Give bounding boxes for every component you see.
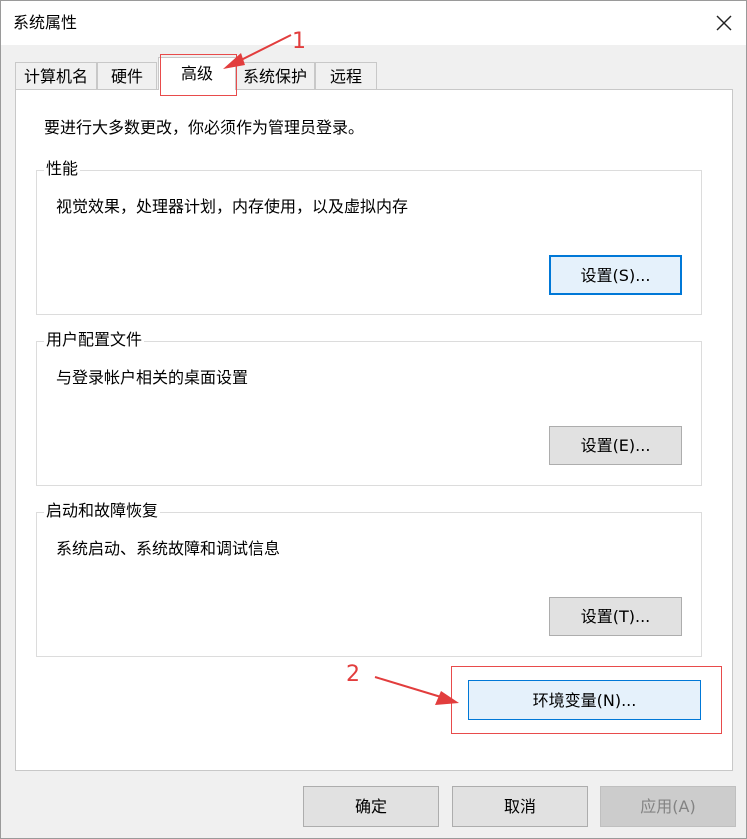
annotation-number-1: 1 [292, 29, 306, 54]
tab-hardware[interactable]: 硬件 [97, 62, 157, 89]
user-profiles-group: 用户配置文件 与登录帐户相关的桌面设置 设置(E)... [36, 329, 702, 486]
tab-label: 硬件 [110, 67, 143, 86]
annotation-number-2: 2 [346, 662, 360, 687]
ok-button[interactable]: 确定 [303, 786, 439, 827]
system-properties-window: 系统属性 计算机名 硬件 高级 系统保护 远程 要进行大多数更改，你必须作为管理… [0, 0, 747, 839]
tab-label: 高级 [180, 64, 213, 83]
window-title: 系统属性 [13, 13, 78, 32]
close-button[interactable] [708, 7, 740, 39]
startup-recovery-description: 系统启动、系统故障和调试信息 [56, 539, 281, 558]
tab-advanced[interactable]: 高级 [158, 57, 236, 90]
tab-system-protection[interactable]: 系统保护 [235, 62, 315, 89]
group-title-startup-recovery: 启动和故障恢复 [44, 500, 161, 522]
group-title-performance: 性能 [44, 158, 81, 180]
performance-settings-button[interactable]: 设置(S)... [549, 255, 682, 295]
tab-computer-name[interactable]: 计算机名 [15, 62, 97, 89]
performance-description: 视觉效果，处理器计划，内存使用，以及虚拟内存 [56, 197, 409, 216]
performance-group: 性能 视觉效果，处理器计划，内存使用，以及虚拟内存 设置(S)... [36, 158, 702, 315]
tab-remote[interactable]: 远程 [315, 62, 377, 89]
tab-label: 系统保护 [242, 67, 307, 86]
startup-recovery-group: 启动和故障恢复 系统启动、系统故障和调试信息 设置(T)... [36, 500, 702, 657]
admin-note: 要进行大多数更改，你必须作为管理员登录。 [44, 118, 365, 137]
group-title-user-profiles: 用户配置文件 [44, 329, 145, 351]
close-icon [716, 15, 732, 31]
startup-recovery-settings-button[interactable]: 设置(T)... [549, 597, 682, 636]
user-profiles-settings-button[interactable]: 设置(E)... [549, 426, 682, 465]
apply-button[interactable]: 应用(A) [600, 786, 736, 827]
cancel-button[interactable]: 取消 [452, 786, 588, 827]
title-bar[interactable]: 系统属性 [1, 1, 746, 45]
tab-label: 远程 [329, 67, 362, 86]
tab-label: 计算机名 [23, 67, 88, 86]
environment-variables-button[interactable]: 环境变量(N)... [468, 680, 701, 720]
user-profiles-description: 与登录帐户相关的桌面设置 [56, 368, 249, 387]
